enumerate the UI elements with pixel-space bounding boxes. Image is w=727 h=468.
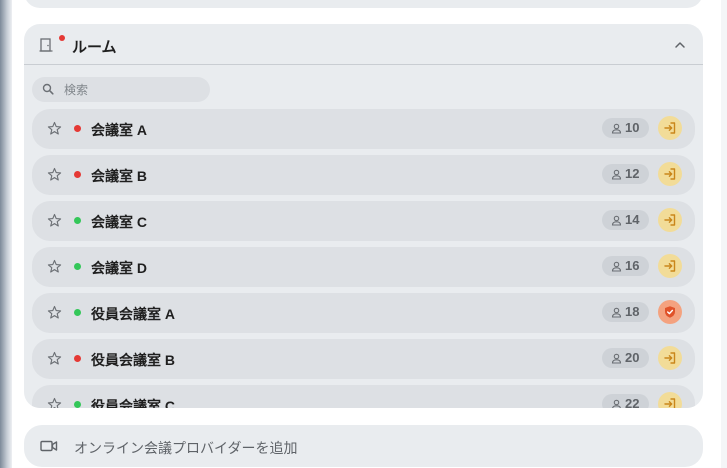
search-box[interactable]: [32, 77, 210, 102]
person-icon: [611, 353, 622, 364]
star-icon[interactable]: [47, 121, 62, 136]
capacity-badge: 10: [602, 118, 649, 138]
capacity-badge: 22: [602, 394, 649, 408]
room-name: 役員会議室 C: [91, 398, 175, 408]
enter-icon: [664, 352, 676, 364]
capacity-badge: 16: [602, 256, 649, 276]
search-icon: [42, 83, 54, 95]
star-icon[interactable]: [47, 305, 62, 320]
room-name: 会議室 D: [91, 260, 147, 276]
capacity-count: 10: [625, 120, 640, 135]
capacity-count: 14: [625, 212, 640, 227]
status-dot: [74, 263, 81, 270]
rooms-panel-header[interactable]: ルーム: [24, 24, 703, 65]
room-name: 役員会議室 A: [91, 306, 175, 322]
enter-room-button[interactable]: [658, 208, 682, 232]
capacity-count: 20: [625, 350, 640, 365]
capacity-count: 16: [625, 258, 640, 273]
previous-section-card: [24, 0, 703, 8]
room-row[interactable]: 役員会議室 C 22: [32, 385, 695, 408]
right-edge: [721, 0, 727, 468]
status-dot: [74, 355, 81, 362]
chevron-up-icon[interactable]: [673, 38, 687, 52]
rooms-panel: ルーム 会議室 A 10 会議室 B 12 会議室 C 14 会議室 D 16 役員会議室 A 1…: [24, 24, 703, 408]
person-icon: [612, 399, 621, 408]
room-name: 役員会議室 B: [91, 352, 175, 368]
room-row[interactable]: 会議室 C 14: [32, 201, 695, 241]
search-input[interactable]: [64, 81, 204, 98]
status-dot: [74, 171, 81, 178]
room-row[interactable]: 会議室 A 10: [32, 109, 695, 149]
status-dot: [74, 125, 81, 132]
enter-icon: [664, 260, 676, 272]
enter-icon: [664, 122, 676, 134]
capacity-badge: 14: [602, 210, 649, 230]
enter-icon: [664, 168, 676, 180]
enter-room-button[interactable]: [658, 392, 682, 408]
star-icon[interactable]: [47, 213, 62, 228]
star-icon[interactable]: [47, 259, 62, 274]
room-name: 会議室 C: [91, 214, 147, 230]
enter-icon: [664, 398, 676, 408]
capacity-count: 12: [625, 166, 640, 181]
capacity-count: 18: [625, 304, 640, 319]
enter-room-button[interactable]: [658, 254, 682, 278]
room-name: 会議室 B: [91, 168, 147, 184]
room-row[interactable]: 役員会議室 A 18: [32, 293, 695, 333]
star-icon[interactable]: [47, 351, 62, 366]
star-icon[interactable]: [47, 167, 62, 182]
room-name: 会議室 A: [91, 122, 147, 138]
panel-title: ルーム: [72, 39, 117, 56]
enter-room-button[interactable]: [658, 116, 682, 140]
capacity-count: 22: [625, 396, 640, 408]
capacity-badge: 12: [602, 164, 649, 184]
notification-dot: [59, 35, 65, 41]
restricted-access-button[interactable]: [658, 300, 682, 324]
person-icon: [611, 215, 622, 226]
enter-room-button[interactable]: [658, 346, 682, 370]
status-dot: [74, 401, 81, 408]
star-icon[interactable]: [47, 397, 62, 408]
person-icon: [611, 169, 622, 180]
room-row[interactable]: 会議室 D 16: [32, 247, 695, 287]
room-row[interactable]: 役員会議室 B 20: [32, 339, 695, 379]
room-row[interactable]: 会議室 B 12: [32, 155, 695, 195]
status-dot: [74, 217, 81, 224]
enter-room-button[interactable]: [658, 162, 682, 186]
door-icon: [39, 38, 53, 52]
video-camera-icon: [40, 440, 58, 452]
person-icon: [611, 261, 622, 272]
person-icon: [611, 123, 622, 134]
background-window-edge: [0, 0, 12, 468]
add-provider-label: オンライン会議プロバイダーを追加: [74, 440, 298, 456]
status-dot: [74, 309, 81, 316]
capacity-badge: 20: [602, 348, 649, 368]
person-icon: [611, 307, 622, 318]
enter-icon: [664, 214, 676, 226]
add-online-meeting-provider-button[interactable]: オンライン会議プロバイダーを追加: [24, 425, 703, 467]
shield-icon: [665, 306, 675, 318]
capacity-badge: 18: [602, 302, 649, 322]
